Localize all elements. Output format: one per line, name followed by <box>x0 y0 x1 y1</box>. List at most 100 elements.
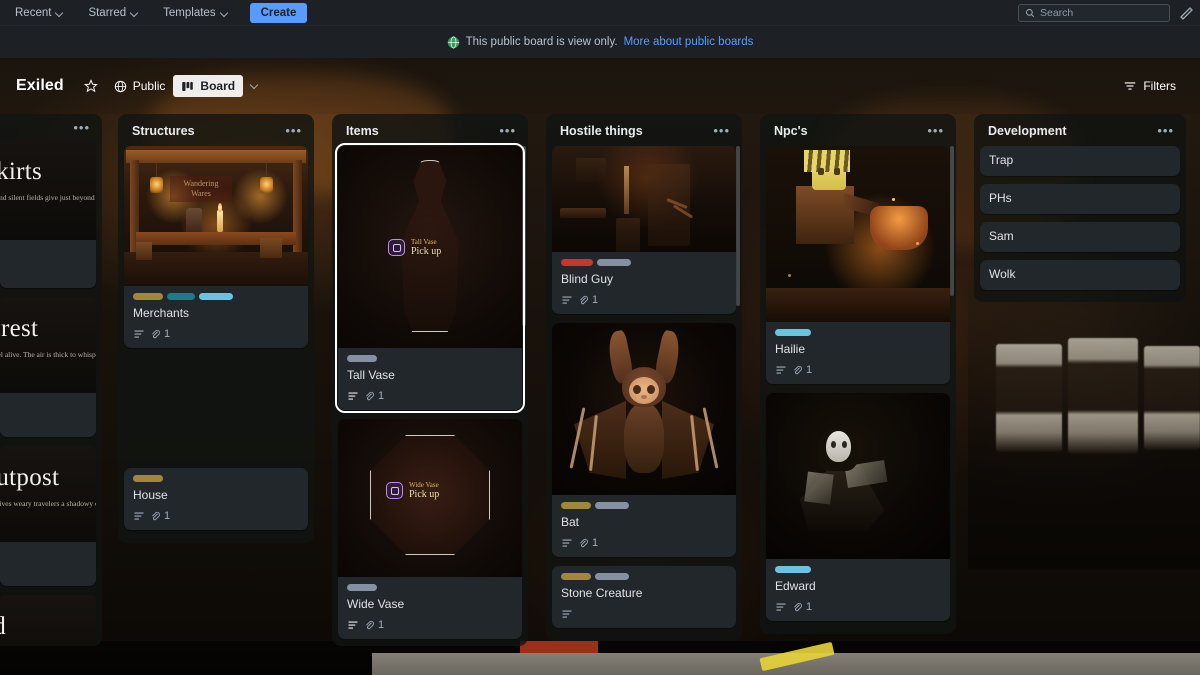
chevron-down-icon <box>56 9 64 17</box>
card-badges: 1 <box>775 364 941 376</box>
card-edward[interactable]: Edward 1 <box>766 393 950 621</box>
nav-item-templates[interactable]: Templates <box>154 4 237 22</box>
card-trap[interactable]: Trap <box>980 146 1180 176</box>
label-chip[interactable] <box>597 259 631 266</box>
card-wolk[interactable]: Wolk <box>980 260 1180 290</box>
list-actions-icon[interactable]: ••• <box>73 121 90 134</box>
list-scrollbar[interactable] <box>736 146 740 306</box>
prompt-action: Pick up <box>409 489 440 501</box>
attachment-count: 1 <box>378 619 385 631</box>
card-cover-title: utskirts <box>0 158 43 185</box>
star-board-button[interactable] <box>76 75 106 97</box>
nav-item-starred[interactable]: Starred <box>79 4 148 22</box>
list-header: Development ••• <box>980 122 1180 146</box>
list-actions-icon[interactable]: ••• <box>499 124 516 137</box>
card-labels <box>775 329 941 336</box>
card-tall-vase[interactable]: Tall Vase Pick up Tall Vase 1 <box>335 143 525 413</box>
card-labels <box>561 502 727 509</box>
prompt-text: Wide Vase Pick up <box>409 481 439 501</box>
card-story-3[interactable]: Outpost dull camp gives weary travelers … <box>0 446 96 586</box>
card-sam[interactable]: Sam <box>980 222 1180 252</box>
attachment-badge: 1 <box>578 294 598 306</box>
label-chip[interactable] <box>133 293 163 300</box>
board-view-dropdown-button[interactable] <box>243 77 269 95</box>
description-badge <box>133 328 145 340</box>
card-cover: Forest shadows feel alive. The air is th… <box>0 297 96 393</box>
attachment-count: 1 <box>806 601 813 613</box>
card-story-1[interactable]: utskirts rest farms and silent fields gi… <box>0 140 96 288</box>
card-labels <box>133 293 299 300</box>
board-visibility-button[interactable]: Public <box>106 75 174 97</box>
card-title: Stone Creature <box>561 586 643 600</box>
label-chip[interactable] <box>561 259 593 266</box>
card-story-4[interactable]: id the known world, where reality re eve… <box>0 595 96 646</box>
list-structures: Structures ••• Wandering Wares Merchants… <box>118 114 314 543</box>
card-title: Sam <box>989 229 1014 243</box>
label-chip[interactable] <box>561 573 591 580</box>
label-chip[interactable] <box>199 293 233 300</box>
card-labels <box>133 475 299 482</box>
list-development: Development ••• Trap PHs Sam Wolk <box>974 114 1186 302</box>
description-icon <box>134 512 144 520</box>
list-scrollbar[interactable] <box>522 146 526 326</box>
list-actions-icon[interactable]: ••• <box>927 124 944 137</box>
list-scrollbar[interactable] <box>950 146 954 296</box>
label-chip[interactable] <box>167 293 195 300</box>
description-badge <box>561 608 573 620</box>
card-phs[interactable]: PHs <box>980 184 1180 214</box>
public-board-banner: This public board is view only. More abo… <box>0 26 1200 58</box>
attachment-count: 1 <box>164 510 171 522</box>
label-chip[interactable] <box>347 584 377 591</box>
list-actions-icon[interactable]: ••• <box>285 124 302 137</box>
card-merchants[interactable]: Wandering Wares Merchants 1 <box>124 146 308 348</box>
card-hailie[interactable]: Hailie 1 <box>766 146 950 384</box>
list-header: Npc's ••• <box>766 122 950 146</box>
list-actions-icon[interactable]: ••• <box>713 124 730 137</box>
card-badges <box>561 608 727 620</box>
card-body <box>0 542 96 586</box>
card-labels <box>347 355 513 362</box>
label-chip[interactable] <box>775 329 811 336</box>
board-view-label: Board <box>200 79 236 93</box>
board-title: Exiled <box>16 77 64 94</box>
label-chip[interactable] <box>347 355 377 362</box>
list-actions-icon[interactable]: ••• <box>1157 124 1174 137</box>
card-title: PHs <box>989 191 1012 205</box>
create-button[interactable]: Create <box>249 2 308 23</box>
label-chip[interactable] <box>561 502 591 509</box>
label-chip[interactable] <box>595 502 629 509</box>
card-badges: 1 <box>561 537 727 549</box>
card-cover-subtitle: shadows feel alive. The air is thick to … <box>0 350 96 359</box>
attachment-icon <box>366 391 374 400</box>
notifications-icon[interactable] <box>1178 5 1194 21</box>
search-input[interactable]: Search <box>1018 3 1170 22</box>
card-house[interactable]: House 1 <box>124 468 308 530</box>
card-story-2[interactable]: Forest shadows feel alive. The air is th… <box>0 297 96 437</box>
card-stone-creature[interactable]: Stone Creature <box>552 566 736 628</box>
card-title: Bat <box>561 515 580 529</box>
pickup-prompt: Tall Vase Pick up <box>388 238 441 258</box>
card-bat[interactable]: Bat 1 <box>552 323 736 557</box>
card-badges: 1 <box>775 601 941 613</box>
more-about-public-boards-link[interactable]: More about public boards <box>624 36 754 48</box>
description-icon <box>348 621 358 629</box>
card-labels <box>775 566 941 573</box>
label-chip[interactable] <box>133 475 163 482</box>
filters-button[interactable]: Filters <box>1115 75 1184 97</box>
board-view-button[interactable]: Board <box>173 75 244 97</box>
card-cover: Tall Vase Pick up <box>338 146 522 348</box>
description-badge <box>561 294 573 306</box>
card-badges: 1 <box>347 619 513 631</box>
card-blind-guy[interactable]: Blind Guy 1 <box>552 146 736 314</box>
card-body: Hailie 1 <box>766 322 950 384</box>
card-cover-subtitle: dull camp gives weary travelers a shadow… <box>0 499 96 508</box>
label-chip[interactable] <box>775 566 811 573</box>
nav-item-recent[interactable]: Recent <box>6 4 73 22</box>
card-title: Tall Vase <box>347 368 395 382</box>
prompt-text: Tall Vase Pick up <box>411 238 441 258</box>
card-wide-vase[interactable]: Wide Vase Pick up Wide Vase 1 <box>338 419 522 639</box>
attachment-icon <box>794 365 802 374</box>
description-icon <box>134 330 144 338</box>
globe-icon <box>447 35 459 49</box>
label-chip[interactable] <box>595 573 629 580</box>
